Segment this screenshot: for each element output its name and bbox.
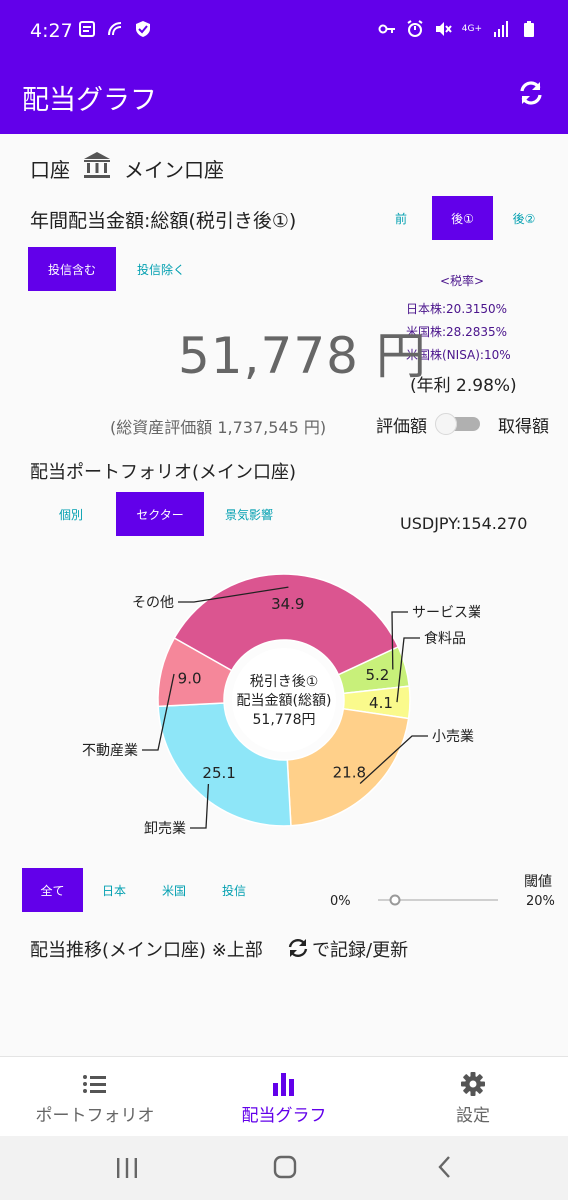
gear-icon (461, 1072, 485, 1096)
donut-sector-label: サービス業 (412, 605, 480, 621)
list-icon (83, 1075, 106, 1093)
signal-icon (494, 21, 508, 37)
filter-tab-us[interactable]: 米国 (145, 868, 203, 912)
battery-icon (524, 21, 534, 37)
tab-individual[interactable]: 個別 (28, 492, 114, 536)
back-icon[interactable] (434, 1154, 456, 1180)
dividend-trend-label: 配当推移(メイン口座) ※上部 (30, 940, 263, 961)
bank-icon (84, 152, 110, 178)
total-assets-value: (総資産評価額 1,737,545 円) (110, 418, 327, 437)
tab-include-funds[interactable]: 投信含む (28, 247, 116, 291)
donut-sector-label: 卸売業 (144, 821, 186, 837)
threshold-slider[interactable] (378, 894, 498, 906)
threshold-label: 閾値 (524, 874, 552, 890)
bar-chart-icon (273, 1073, 294, 1096)
filter-tab-japan[interactable]: 日本 (85, 868, 143, 912)
nav-portfolio-label: ポートフォリオ (35, 1106, 155, 1126)
system-navigation-bar (0, 1136, 568, 1200)
tab-exclude-funds[interactable]: 投信除く (118, 247, 204, 291)
donut-value-label: 34.9 (271, 595, 304, 613)
nav-settings-label: 設定 (456, 1106, 490, 1126)
toggle-label-cost: 取得額 (498, 417, 549, 437)
key-icon (378, 24, 395, 34)
bottom-navigation: ポートフォリオ 配当グラフ 設定 (0, 1056, 568, 1136)
network-type: 4G+ (461, 24, 482, 34)
refresh-icon (288, 939, 308, 957)
donut-sector-label: 不動産業 (82, 743, 138, 759)
nav-dividend-graph-label: 配当グラフ (241, 1106, 327, 1126)
usdjpy-rate: USDJPY:154.270 (400, 514, 528, 533)
donut-sector-label: その他 (132, 595, 174, 611)
app-bar: 配当グラフ (0, 58, 568, 134)
annual-yield: (年利 2.98%) (410, 376, 517, 396)
tab-sector[interactable]: セクター (116, 492, 204, 536)
portfolio-label: 配当ポートフォリオ(メイン口座) (30, 462, 297, 483)
tax-rate-title: <税率> (440, 274, 485, 288)
wifi-calling-icon (108, 22, 122, 36)
donut-value-label: 5.2 (365, 666, 389, 684)
nav-portfolio[interactable]: ポートフォリオ (0, 1057, 190, 1137)
toggle-label-valuation: 評価額 (376, 417, 427, 437)
donut-value-label: 9.0 (178, 670, 202, 688)
threshold-min-label: 0% (330, 894, 351, 909)
vpn-shield-icon (136, 21, 150, 37)
donut-sector-label: 食料品 (424, 630, 466, 647)
tab-tax-before[interactable]: 前 (372, 196, 430, 240)
notification-icon (79, 21, 95, 37)
tax-rate-japan: 日本株:20.3150% (406, 302, 508, 316)
threshold-max-label: 20% (526, 894, 555, 909)
sector-donut-chart: 税引き後① 配当金額(総額) 51,778円 5.2 サービス業 4.1 食料品 21.… (82, 573, 480, 837)
annual-dividend-label: 年間配当金額:総額(税引き後①) (30, 210, 297, 232)
recent-apps-icon[interactable] (114, 1156, 140, 1180)
tab-tax-after-1[interactable]: 後① (432, 196, 493, 240)
center-text-line-2: 配当金額(総額) (237, 693, 332, 709)
status-time: 4:27 (30, 20, 73, 42)
donut-sector-label: 小売業 (432, 729, 474, 745)
dividend-trend-suffix: で記録/更新 (312, 940, 409, 961)
donut-value-label: 4.1 (369, 694, 393, 712)
donut-value-label: 25.1 (202, 764, 235, 782)
account-name[interactable]: メイン口座 (124, 154, 224, 183)
nav-dividend-graph[interactable]: 配当グラフ (189, 1057, 379, 1137)
mute-icon (435, 22, 452, 36)
valuation-toggle[interactable] (434, 413, 482, 435)
tab-economic-impact[interactable]: 景気影響 (206, 492, 292, 536)
annual-dividend-amount: 51,778 円 (178, 327, 427, 385)
tab-tax-after-2[interactable]: 後② (495, 196, 553, 240)
nav-settings[interactable]: 設定 (378, 1057, 568, 1137)
center-text-line-3: 51,778円 (253, 712, 316, 728)
account-label: 口座 (30, 158, 70, 182)
filter-tab-funds[interactable]: 投信 (205, 868, 263, 912)
app-title: 配当グラフ (22, 85, 157, 116)
status-bar: 4:27 4G+ (0, 0, 568, 58)
center-text-line-1: 税引き後① (250, 674, 319, 690)
home-icon[interactable] (272, 1154, 298, 1180)
donut-value-label: 21.8 (333, 764, 366, 782)
filter-tab-all[interactable]: 全て (22, 868, 83, 912)
alarm-icon (407, 20, 423, 37)
refresh-icon[interactable] (514, 76, 548, 110)
